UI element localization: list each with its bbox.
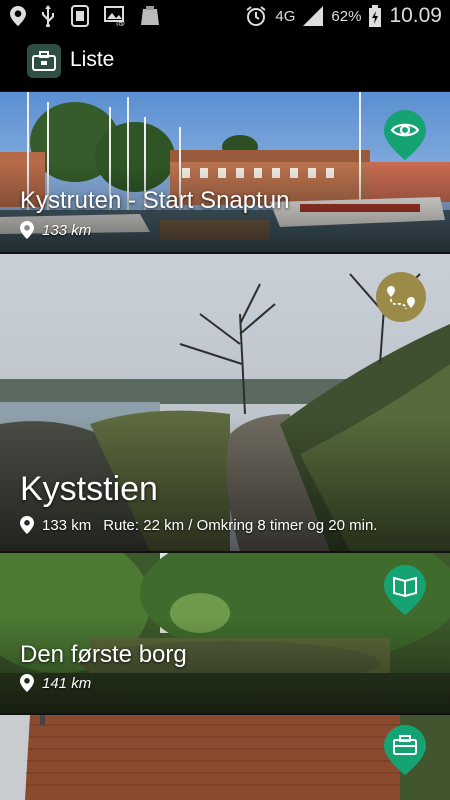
item-title: Den første borg	[20, 641, 187, 668]
network-type: 4G	[275, 7, 296, 25]
toolbox-icon[interactable]	[27, 44, 61, 78]
location-pin-icon	[20, 516, 34, 534]
location-icon	[10, 6, 26, 26]
item-route-info: Rute: 22 km / Omkring 8 timer og 20 min.	[103, 516, 378, 534]
list-item[interactable]: Kyststien 133 km Rute: 22 km / Omkring 8…	[0, 254, 450, 551]
item-meta: 133 km Rute: 22 km / Omkring 8 timer og …	[20, 516, 377, 534]
battery-percent: 62%	[331, 7, 362, 25]
battery-icon	[369, 5, 382, 27]
item-title: Kyststien	[20, 470, 158, 508]
roof-photo	[0, 715, 450, 800]
badge-pin	[384, 725, 426, 775]
status-bar: @ 4G 62% 10.09	[0, 0, 450, 31]
clipboard-icon	[140, 5, 162, 27]
signal-icon	[303, 6, 324, 26]
sim-icon	[70, 5, 90, 27]
location-pin-icon	[20, 674, 34, 692]
item-title: Kystruten - Start Snaptun	[20, 187, 290, 214]
image-icon: @	[104, 6, 126, 26]
page-title: Liste	[70, 48, 115, 71]
item-distance: 133 km	[42, 221, 92, 239]
item-distance: 141 km	[42, 674, 92, 692]
route-icon[interactable]	[376, 272, 426, 322]
clock: 10.09	[389, 4, 442, 27]
location-pin-icon	[20, 221, 34, 239]
book-icon[interactable]	[384, 565, 426, 615]
toolbox-icon[interactable]	[384, 725, 426, 775]
location-list: Kystruten - Start Snaptun 133 km Kyststi…	[0, 92, 450, 800]
list-item[interactable]	[0, 715, 450, 800]
alarm-icon	[245, 5, 267, 27]
app-bar: Liste	[0, 31, 450, 92]
usb-icon	[40, 5, 56, 27]
badge-circle	[376, 272, 426, 322]
svg-text:@: @	[116, 19, 125, 26]
item-meta: 133 km	[20, 221, 91, 239]
eye-icon[interactable]	[384, 110, 426, 160]
item-distance: 133 km	[42, 516, 92, 534]
list-item[interactable]: Den første borg 141 km	[0, 553, 450, 713]
item-meta: 141 km	[20, 674, 91, 692]
list-item[interactable]: Kystruten - Start Snaptun 133 km	[0, 92, 450, 252]
